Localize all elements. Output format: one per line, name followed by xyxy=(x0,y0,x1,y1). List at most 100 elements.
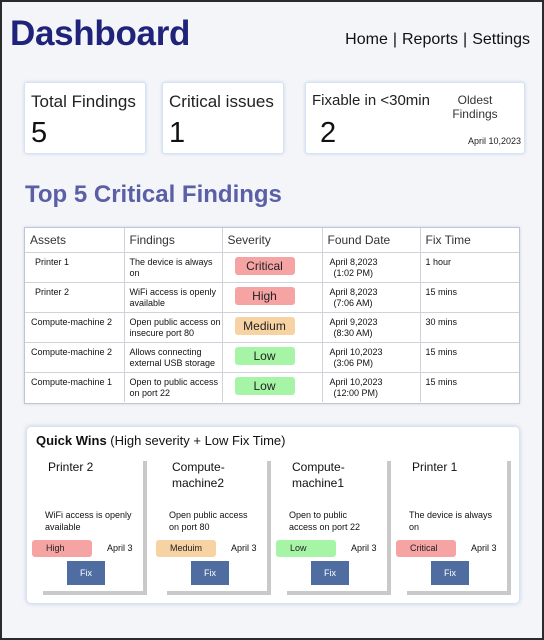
fix-time-text: 30 mins xyxy=(425,316,458,327)
table-header-row: Assets Findings Severity Found Date Fix … xyxy=(25,228,519,253)
found-date-cell: April 10,2023 (3:06 PM) xyxy=(322,342,421,373)
severity-badge: Critical xyxy=(396,540,456,557)
finding-cell: Allows connecting external USB storage xyxy=(124,342,223,373)
critical-issues-label: Critical issues xyxy=(169,92,274,111)
critical-issues-card: Critical issues 1 xyxy=(162,82,284,154)
found-time-text: (1:02 PM) xyxy=(333,268,374,279)
quick-win-asset-name: Printer 1 xyxy=(412,459,457,475)
fix-time-cell: 30 mins xyxy=(420,312,519,343)
nav-reports-link[interactable]: Reports xyxy=(402,31,458,49)
found-time-text: (12:00 PM) xyxy=(333,388,379,399)
card-shadow xyxy=(43,591,147,595)
asset-cell: Compute-machine 1 xyxy=(25,372,125,402)
section-title: Top 5 Critical Findings xyxy=(25,181,282,208)
table-row[interactable]: Printer 1 The device is always on Critical… xyxy=(25,252,519,283)
asset-text: Compute-machine 1 xyxy=(31,376,113,387)
severity-cell: Low xyxy=(222,342,323,373)
severity-badge: High xyxy=(234,286,295,305)
found-date-cell: April 10,2023 (12:00 PM) xyxy=(322,372,421,402)
quick-wins-title: Quick Wins (High severity + Low Fix Time… xyxy=(36,433,285,448)
finding-cell: Open to public access on port 22 xyxy=(124,372,223,402)
fix-time-text: 15 mins xyxy=(425,376,458,387)
fix-button[interactable]: Fix xyxy=(67,561,105,585)
table-row[interactable]: Printer 2 WiFi access is openly available… xyxy=(25,282,519,313)
finding-cell: Open public access on insecure port 80 xyxy=(124,312,223,343)
severity-cell: Critical xyxy=(222,252,323,283)
quick-wins-title-rest: (High severity + Low Fix Time) xyxy=(106,433,286,448)
severity-badge: Low xyxy=(234,376,295,395)
nav-separator: | xyxy=(392,31,397,48)
column-header-assets[interactable]: Assets xyxy=(25,228,125,253)
asset-text: Compute-machine 2 xyxy=(31,346,113,357)
finding-text: WiFi access is openly available xyxy=(129,286,217,309)
asset-name-line: Printer 2 xyxy=(48,460,94,474)
fix-time-cell: 15 mins xyxy=(420,372,519,402)
severity-badge: Meduim xyxy=(156,540,216,557)
finding-text: Allows connecting external USB storage xyxy=(129,346,216,369)
quick-win-description: The device is always on xyxy=(409,510,493,533)
severity-badge: Low xyxy=(276,540,336,557)
fix-button[interactable]: Fix xyxy=(431,561,469,585)
quick-win-card: Compute-machine1 Open to public access o… xyxy=(271,457,391,621)
found-date-cell: April 9,2023 (8:30 AM) xyxy=(322,312,421,343)
quick-win-description: Open public access on port 80 xyxy=(169,510,248,533)
found-date-text: April 9,2023 xyxy=(329,316,378,327)
quick-win-date: April 3 xyxy=(471,543,497,553)
oldest-findings-label: Oldest Findings xyxy=(452,93,498,122)
severity-badge: High xyxy=(32,540,92,557)
fix-button[interactable]: Fix xyxy=(191,561,229,585)
asset-name-line: Compute- xyxy=(292,460,345,474)
found-date-text: April 8,2023 xyxy=(329,256,378,267)
asset-text: Printer 1 xyxy=(35,256,70,267)
fix-time-text: 1 hour xyxy=(425,256,452,267)
asset-name-line: Compute- xyxy=(172,460,225,474)
card-shadow xyxy=(407,591,511,595)
fix-time-cell: 15 mins xyxy=(420,282,519,313)
total-findings-value: 5 xyxy=(31,117,48,149)
severity-badge: Low xyxy=(234,346,295,365)
quick-win-date: April 3 xyxy=(231,543,257,553)
quick-win-asset-name: Compute-machine2 xyxy=(172,459,225,491)
fix-time-text: 15 mins xyxy=(425,286,458,297)
nav-separator: | xyxy=(463,31,468,48)
asset-name-line: Printer 1 xyxy=(412,460,458,474)
quick-wins-title-bold: Quick Wins xyxy=(36,433,107,448)
fix-button[interactable]: Fix xyxy=(311,561,349,585)
asset-cell: Compute-machine 2 xyxy=(25,342,125,373)
asset-name-line: machine2 xyxy=(172,476,225,491)
found-date-cell: April 8,2023 (7:06 AM) xyxy=(322,282,421,313)
fixable-card: Fixable in <30min 2 Oldest Findings Apri… xyxy=(305,82,525,154)
fix-time-cell: 15 mins xyxy=(420,342,519,373)
column-header-found-date[interactable]: Found Date xyxy=(322,228,421,253)
quick-win-card: Compute-machine2 Open public access on p… xyxy=(151,457,271,621)
asset-cell: Compute-machine 2 xyxy=(25,312,125,343)
app-title: Dashboard xyxy=(10,14,191,53)
nav-home-link[interactable]: Home xyxy=(345,31,388,49)
quick-win-description: Open to public access on port 22 xyxy=(289,510,361,533)
table-row[interactable]: Compute-machine 2 Allows connecting exter… xyxy=(25,342,519,373)
asset-cell: Printer 1 xyxy=(25,252,125,283)
column-header-findings[interactable]: Findings xyxy=(124,228,223,253)
asset-name-line: machine1 xyxy=(292,476,345,491)
card-shadow xyxy=(167,591,271,595)
table-row[interactable]: Compute-machine 2 Open public access on i… xyxy=(25,312,519,343)
asset-text: Printer 2 xyxy=(35,286,70,297)
finding-cell: WiFi access is openly available xyxy=(124,282,223,313)
column-header-severity[interactable]: Severity xyxy=(222,228,323,253)
found-date-cell: April 8,2023 (1:02 PM) xyxy=(322,252,421,283)
found-time-text: (3:06 PM) xyxy=(333,358,374,369)
quick-win-card: Printer 2 WiFi access is openly availabl… xyxy=(27,457,147,621)
column-header-fix-time[interactable]: Fix Time xyxy=(420,228,519,253)
found-time-text: (8:30 AM) xyxy=(333,328,373,339)
quick-win-description: WiFi access is openly available xyxy=(45,510,132,533)
found-date-text: April 8,2023 xyxy=(329,286,378,297)
total-findings-label: Total Findings xyxy=(31,92,136,111)
quick-win-date: April 3 xyxy=(107,543,133,553)
asset-cell: Printer 2 xyxy=(25,282,125,313)
findings-table: Assets Findings Severity Found Date Fix … xyxy=(24,227,520,404)
total-findings-card: Total Findings 5 xyxy=(24,82,146,154)
quick-win-asset-name: Printer 2 xyxy=(48,459,93,475)
nav-settings-link[interactable]: Settings xyxy=(472,31,530,49)
table-row[interactable]: Compute-machine 1 Open to public access o… xyxy=(25,372,519,402)
fixable-value: 2 xyxy=(320,117,337,149)
